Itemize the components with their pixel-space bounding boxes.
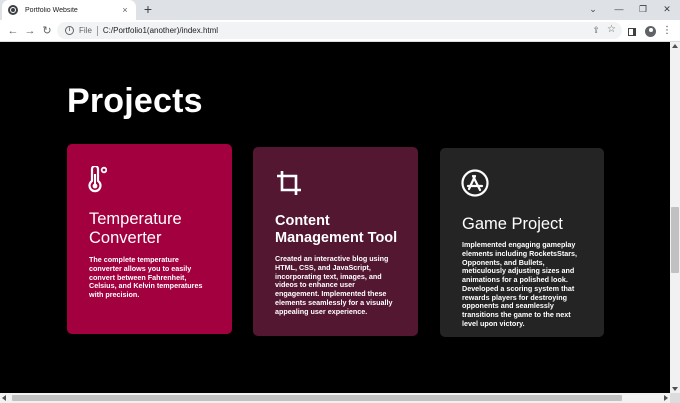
scroll-right-arrow-icon[interactable] bbox=[664, 395, 668, 401]
card-title: Game Project bbox=[462, 215, 563, 233]
card-title: Content Management Tool bbox=[275, 213, 398, 246]
tab-search-icon[interactable]: ⌄ bbox=[580, 0, 606, 20]
browser-toolbar: ← → ↻ i File C:/Portfolio1(another)/inde… bbox=[0, 20, 680, 42]
browser-chrome: Portfolio Website × + ⌄ — ❐ ✕ ← → ↻ i Fi… bbox=[0, 0, 680, 42]
address-bar[interactable]: i File C:/Portfolio1(another)/index.html… bbox=[57, 22, 622, 39]
menu-kebab-icon[interactable]: ⋮ bbox=[662, 23, 672, 39]
tab-close-button[interactable]: × bbox=[120, 5, 130, 15]
window-close-button[interactable]: ✕ bbox=[654, 0, 680, 20]
reload-icon[interactable]: ↻ bbox=[39, 23, 55, 39]
back-arrow-icon[interactable]: ← bbox=[5, 23, 21, 39]
card-title: Temperature Converter bbox=[89, 210, 182, 247]
profile-avatar-icon[interactable] bbox=[645, 26, 656, 37]
project-card-temperature[interactable]: Temperature Converter The complete tempe… bbox=[67, 144, 232, 334]
project-card-game[interactable]: Game Project Implemented engaging gamepl… bbox=[440, 148, 604, 337]
vertical-scroll-thumb[interactable] bbox=[671, 207, 679, 273]
crop-icon bbox=[277, 171, 301, 195]
card-description: Implemented engaging gameplay elements i… bbox=[462, 240, 578, 329]
share-icon[interactable]: ⇪ bbox=[592, 25, 600, 36]
side-panel-icon[interactable] bbox=[628, 28, 636, 36]
project-card-cms[interactable]: Content Management Tool Created an inter… bbox=[253, 147, 418, 336]
url-scheme: File bbox=[79, 26, 92, 35]
card-description: The complete temperature converter allow… bbox=[89, 255, 203, 300]
horizontal-scrollbar[interactable] bbox=[0, 393, 670, 403]
url-text[interactable]: C:/Portfolio1(another)/index.html bbox=[103, 26, 218, 35]
thermometer-icon bbox=[88, 166, 107, 193]
app-store-icon bbox=[461, 169, 489, 197]
vertical-scrollbar[interactable] bbox=[670, 42, 680, 393]
tab-title: Portfolio Website bbox=[25, 6, 78, 14]
browser-tab[interactable]: Portfolio Website × bbox=[2, 0, 136, 20]
scroll-left-arrow-icon[interactable] bbox=[2, 395, 6, 401]
bookmark-star-icon[interactable]: ☆ bbox=[607, 24, 616, 35]
scrollbar-corner bbox=[670, 393, 680, 403]
url-separator bbox=[96, 25, 98, 36]
horizontal-scroll-thumb[interactable] bbox=[12, 395, 622, 401]
page-title: Projects bbox=[67, 82, 203, 120]
scroll-up-arrow-icon[interactable] bbox=[672, 44, 678, 48]
minimize-button[interactable]: — bbox=[606, 0, 632, 20]
scroll-down-arrow-icon[interactable] bbox=[672, 387, 678, 391]
tab-strip: Portfolio Website × + ⌄ — ❐ ✕ bbox=[0, 0, 680, 20]
new-tab-button[interactable]: + bbox=[141, 1, 155, 17]
forward-arrow-icon[interactable]: → bbox=[22, 23, 38, 39]
page-viewport: Projects Temperature Converter The compl… bbox=[0, 42, 670, 393]
info-icon[interactable]: i bbox=[65, 26, 74, 35]
card-description: Created an interactive blog using HTML, … bbox=[275, 254, 393, 316]
restore-button[interactable]: ❐ bbox=[630, 0, 656, 20]
globe-icon bbox=[8, 5, 18, 15]
